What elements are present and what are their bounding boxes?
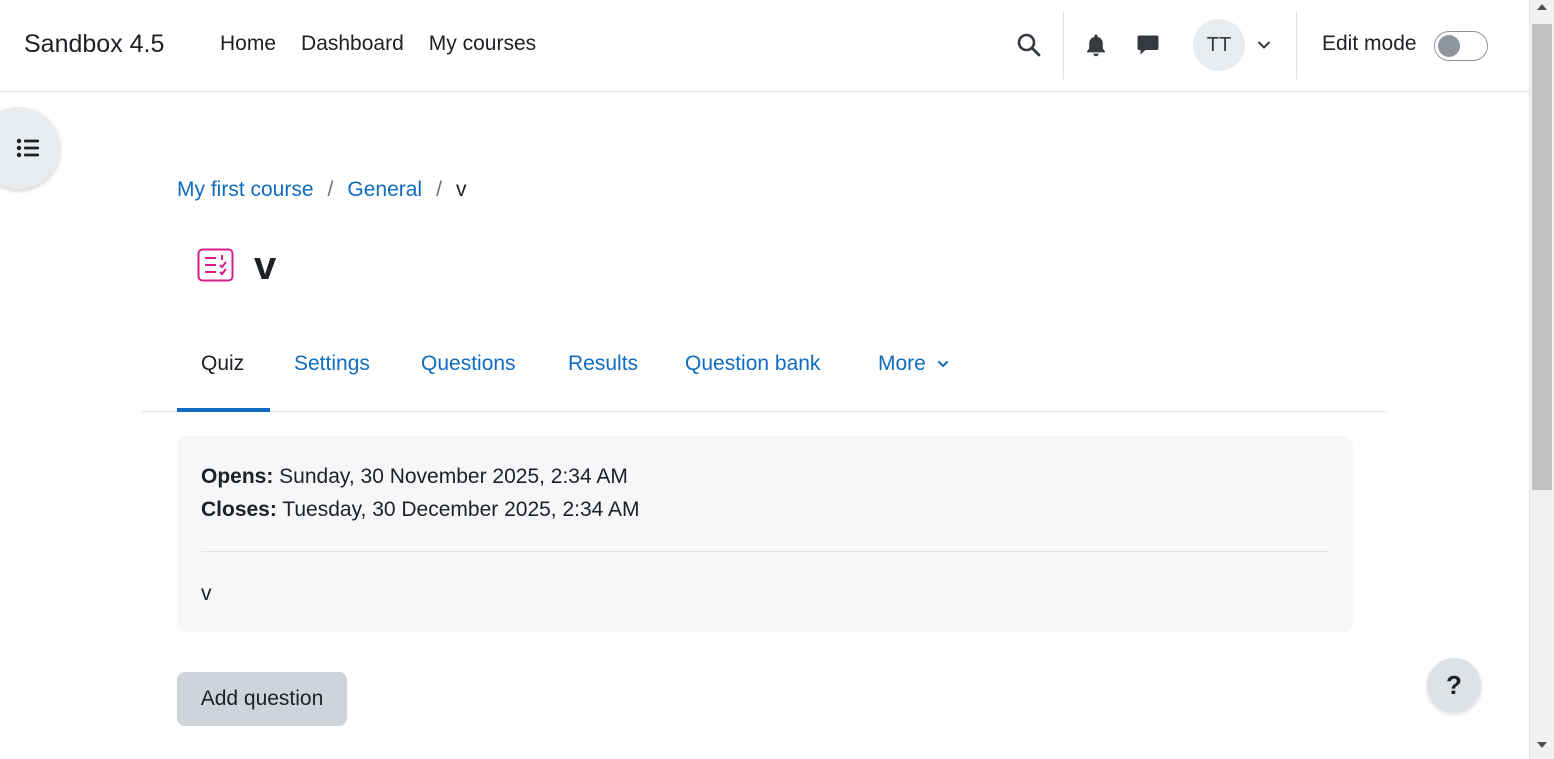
quiz-icon <box>197 248 234 282</box>
activity-dates-card: Opens: Sunday, 30 November 2025, 2:34 AM… <box>177 436 1353 632</box>
breadcrumb: My first course / General / v <box>177 178 466 202</box>
add-question-button[interactable]: Add question <box>177 672 347 726</box>
breadcrumb-section-link[interactable]: General <box>347 178 422 202</box>
toggle-knob <box>1438 35 1460 57</box>
tab-settings[interactable]: Settings <box>294 352 370 376</box>
nav-my-courses-link[interactable]: My courses <box>429 32 536 56</box>
course-index-toggle-button[interactable] <box>0 107 60 189</box>
breadcrumb-separator: / <box>436 178 442 201</box>
breadcrumb-current: v <box>455 178 467 201</box>
opens-label: Opens: <box>201 465 274 488</box>
edit-mode-label: Edit mode <box>1322 32 1417 55</box>
scroll-up-arrow-icon[interactable] <box>1537 4 1547 10</box>
tab-questions[interactable]: Questions <box>421 352 516 376</box>
chevron-down-icon <box>937 361 948 368</box>
closes-label: Closes: <box>201 498 277 521</box>
top-navbar: Sandbox 4.5 Home Dashboard My courses TT… <box>0 0 1529 92</box>
breadcrumb-course-link[interactable]: My first course <box>177 178 314 202</box>
opens-date: Opens: Sunday, 30 November 2025, 2:34 AM <box>201 465 628 489</box>
tab-question-bank[interactable]: Question bank <box>685 352 820 376</box>
activity-description: v <box>201 582 212 605</box>
active-tab-indicator <box>177 408 270 412</box>
tab-quiz[interactable]: Quiz <box>201 352 244 376</box>
tab-results[interactable]: Results <box>568 352 638 376</box>
secondary-navigation: Quiz Settings Questions Results Question… <box>142 332 1387 412</box>
navbar-divider <box>1296 11 1297 79</box>
notifications-bell-icon[interactable] <box>1083 31 1109 59</box>
vertical-scrollbar[interactable] <box>1529 0 1554 759</box>
nav-home-link[interactable]: Home <box>220 32 276 56</box>
site-brand[interactable]: Sandbox 4.5 <box>24 30 164 59</box>
opens-value: Sunday, 30 November 2025, 2:34 AM <box>273 465 628 488</box>
edit-mode-toggle[interactable] <box>1434 31 1488 61</box>
tab-more-label: More <box>878 352 926 375</box>
nav-dashboard-link[interactable]: Dashboard <box>301 32 404 56</box>
messages-icon[interactable] <box>1135 31 1161 59</box>
user-avatar[interactable]: TT <box>1193 19 1245 71</box>
primary-navigation: Home Dashboard My courses <box>220 32 536 56</box>
page-title: v <box>254 244 277 288</box>
scroll-down-arrow-icon[interactable] <box>1537 742 1547 748</box>
breadcrumb-separator: / <box>327 178 334 201</box>
closes-date: Closes: Tuesday, 30 December 2025, 2:34 … <box>201 498 640 522</box>
help-button[interactable]: ? <box>1427 658 1481 712</box>
chevron-down-icon[interactable] <box>1255 36 1273 54</box>
search-icon[interactable] <box>1015 30 1043 60</box>
navbar-divider <box>1063 11 1064 79</box>
list-icon <box>16 138 39 158</box>
tab-more[interactable]: More <box>878 352 950 376</box>
scrollbar-thumb[interactable] <box>1532 24 1552 490</box>
closes-value: Tuesday, 30 December 2025, 2:34 AM <box>276 498 640 521</box>
card-divider <box>201 551 1329 552</box>
